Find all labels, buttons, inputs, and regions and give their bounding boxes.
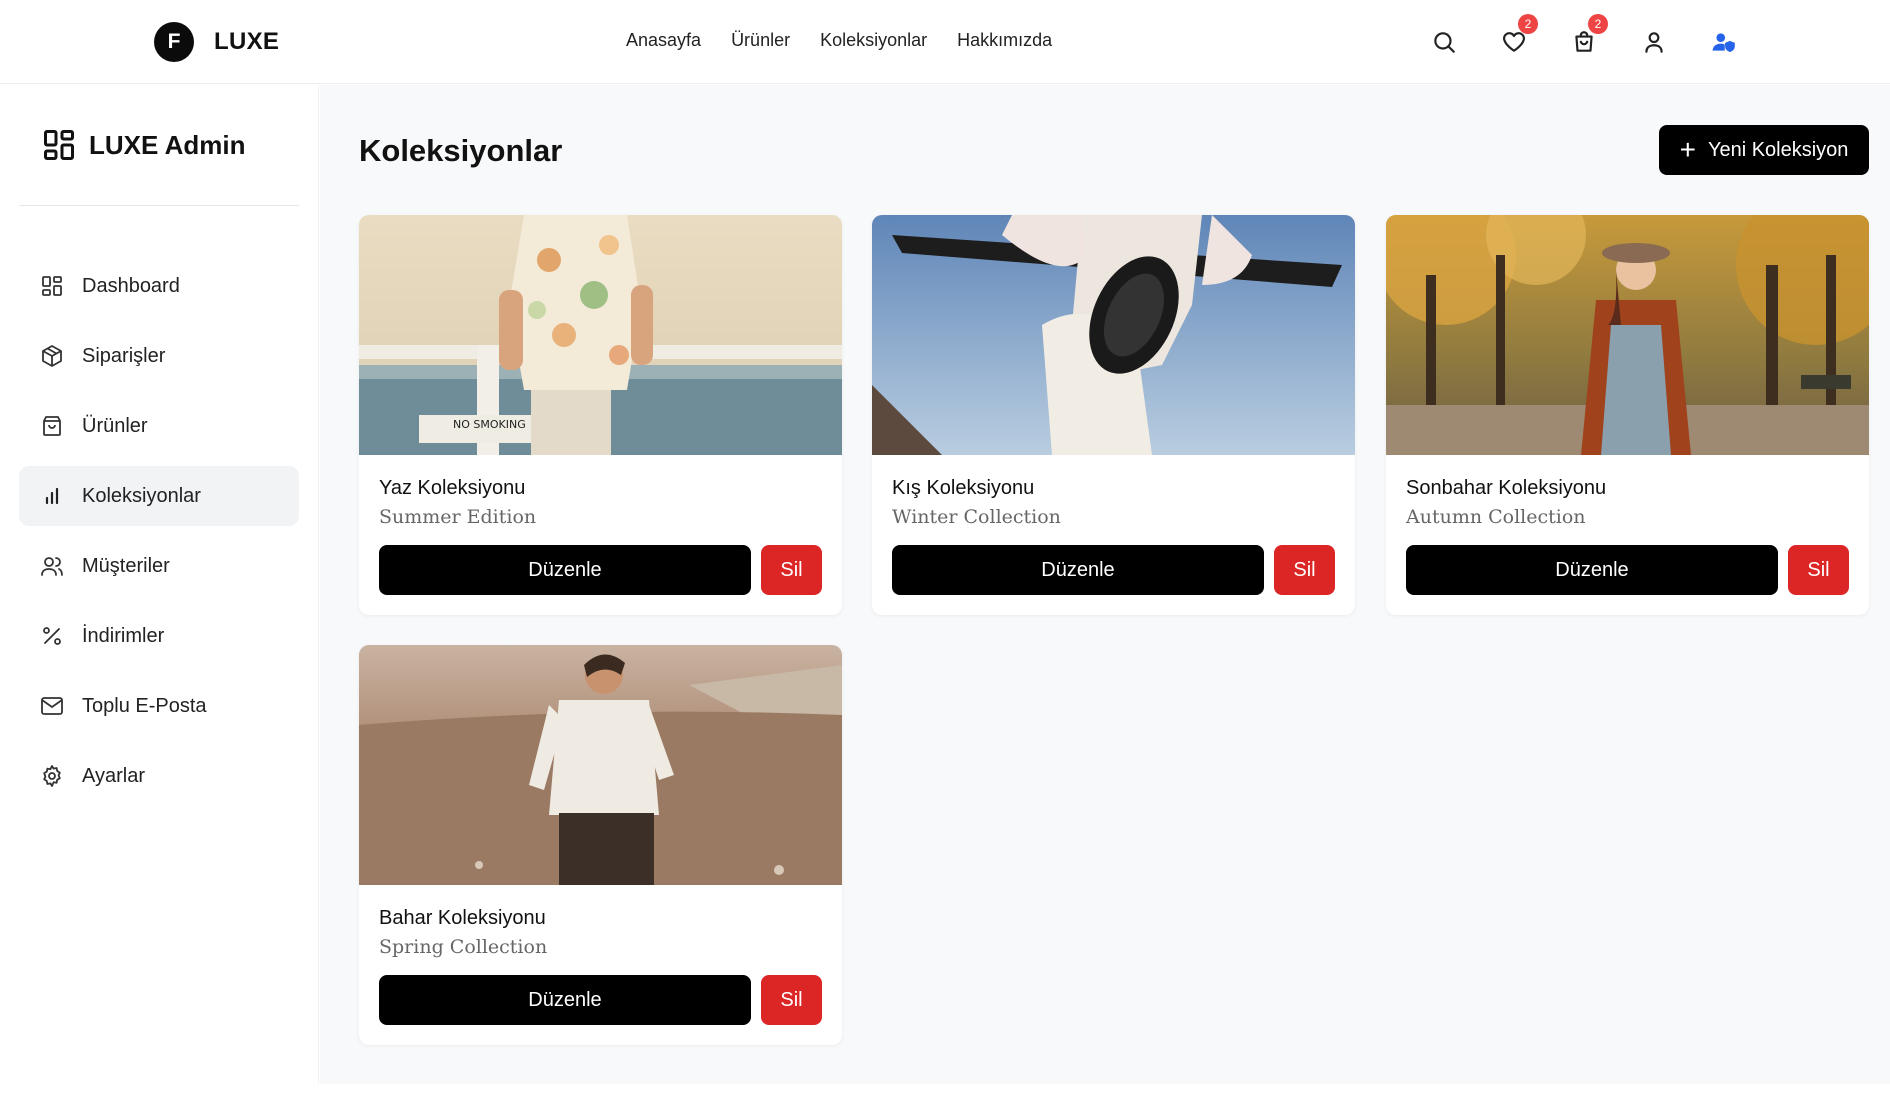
collection-card: Sonbahar Koleksiyonu Autumn Collection D… bbox=[1386, 215, 1869, 615]
sidebar-item-label: İndirimler bbox=[82, 624, 165, 647]
card-actions: Düzenle Sil bbox=[1406, 545, 1849, 595]
favorites-button[interactable]: 2 bbox=[1496, 14, 1538, 60]
collection-card: NO SMOKING Yaz Koleksiyonu Summer Editio… bbox=[359, 215, 842, 615]
box-icon bbox=[42, 345, 62, 367]
nav-link-about[interactable]: Hakkımızda bbox=[957, 30, 1052, 51]
header-actions: 2 2 bbox=[1426, 14, 1776, 60]
card-body: Bahar Koleksiyonu Spring Collection bbox=[379, 907, 822, 958]
collection-title: Yaz Koleksiyonu bbox=[379, 477, 526, 499]
collection-subtitle: Summer Edition bbox=[379, 506, 537, 528]
sidebar-item-label: Ürünler bbox=[82, 414, 148, 437]
collection-title: Bahar Koleksiyonu bbox=[379, 907, 546, 929]
nav-link-products[interactable]: Ürünler bbox=[731, 30, 790, 51]
sidebar-item-label: Dashboard bbox=[82, 274, 180, 297]
user-shield-icon bbox=[1712, 33, 1735, 52]
collection-image-spring bbox=[359, 645, 842, 885]
collection-card: Bahar Koleksiyonu Spring Collection Düze… bbox=[359, 645, 842, 1045]
delete-button[interactable]: Sil bbox=[1274, 545, 1335, 595]
sidebar-item-dashboard[interactable]: Dashboard bbox=[19, 256, 299, 316]
edit-button[interactable]: Düzenle bbox=[892, 545, 1264, 595]
main-nav: Anasayfa Ürünler Koleksiyonlar Hakkımızd… bbox=[626, 30, 1052, 51]
sidebar-item-orders[interactable]: Siparişler bbox=[19, 326, 299, 386]
account-button[interactable] bbox=[1636, 24, 1672, 60]
sidebar-item-settings[interactable]: Ayarlar bbox=[19, 746, 299, 806]
shopping-bag-icon bbox=[43, 416, 61, 436]
collection-image-winter bbox=[872, 215, 1355, 455]
cart-button[interactable]: 2 bbox=[1566, 14, 1608, 60]
favorites-count-badge: 2 bbox=[1518, 14, 1538, 34]
sidebar-item-label: Koleksiyonlar bbox=[82, 484, 201, 507]
admin-header: LUXE Admin bbox=[19, 85, 299, 206]
collection-title: Sonbahar Koleksiyonu bbox=[1406, 477, 1607, 499]
collection-image-summer: NO SMOKING bbox=[359, 215, 842, 455]
sidebar-item-label: Ayarlar bbox=[82, 764, 145, 787]
bar-chart-icon bbox=[45, 487, 59, 505]
sidebar-item-bulk-email[interactable]: Toplu E-Posta bbox=[19, 676, 299, 736]
card-actions: Düzenle Sil bbox=[379, 975, 822, 1025]
brand-name: LUXE bbox=[214, 28, 280, 55]
nav-link-collections[interactable]: Koleksiyonlar bbox=[820, 30, 927, 51]
admin-title: LUXE Admin bbox=[89, 129, 246, 160]
brand-badge: F bbox=[154, 22, 194, 62]
main-content: Koleksiyonlar + Yeni Koleksiyon NO SMOKI… bbox=[320, 85, 1890, 1084]
sidebar-item-discounts[interactable]: İndirimler bbox=[19, 606, 299, 666]
edit-button[interactable]: Düzenle bbox=[379, 545, 751, 595]
dashboard-icon bbox=[42, 276, 62, 296]
sidebar-item-products[interactable]: Ürünler bbox=[19, 396, 299, 456]
plus-icon: + bbox=[1679, 134, 1696, 165]
collection-title: Kış Koleksiyonu bbox=[892, 477, 1035, 499]
sidebar-item-collections[interactable]: Koleksiyonlar bbox=[19, 466, 299, 526]
layout-grid-icon bbox=[44, 130, 74, 160]
admin-sidebar: LUXE Admin Dashboard Siparişler Ürünler … bbox=[0, 85, 319, 1084]
sidebar-item-label: Toplu E-Posta bbox=[82, 694, 207, 717]
search-icon bbox=[1434, 32, 1455, 53]
top-navbar: F LUXE Anasayfa Ürünler Koleksiyonlar Ha… bbox=[0, 0, 1890, 84]
sidebar-item-label: Müşteriler bbox=[82, 554, 170, 577]
percent-icon bbox=[43, 627, 61, 645]
edit-button[interactable]: Düzenle bbox=[1406, 545, 1778, 595]
sidebar-item-label: Siparişler bbox=[82, 344, 166, 367]
collection-subtitle: Spring Collection bbox=[379, 936, 548, 958]
collection-subtitle: Winter Collection bbox=[892, 506, 1061, 528]
users-icon bbox=[41, 557, 63, 576]
collection-image-autumn bbox=[1386, 215, 1869, 455]
cart-count-badge: 2 bbox=[1588, 14, 1608, 34]
gear-icon bbox=[43, 765, 61, 787]
new-collection-button[interactable]: + Yeni Koleksiyon bbox=[1659, 125, 1869, 175]
delete-button[interactable]: Sil bbox=[761, 545, 822, 595]
admin-panel-button[interactable] bbox=[1706, 24, 1742, 60]
sidebar-menu: Dashboard Siparişler Ürünler Koleksiyonl… bbox=[19, 256, 299, 816]
card-body: Sonbahar Koleksiyonu Autumn Collection bbox=[1406, 477, 1849, 528]
delete-button[interactable]: Sil bbox=[1788, 545, 1849, 595]
image-sign-text: NO SMOKING bbox=[453, 418, 526, 431]
card-body: Kış Koleksiyonu Winter Collection bbox=[892, 477, 1335, 528]
card-actions: Düzenle Sil bbox=[379, 545, 822, 595]
card-body: Yaz Koleksiyonu Summer Edition bbox=[379, 477, 822, 528]
search-button[interactable] bbox=[1426, 24, 1462, 60]
new-collection-label: Yeni Koleksiyon bbox=[1707, 138, 1849, 161]
page-title: Koleksiyonlar bbox=[359, 133, 563, 168]
brand-logo[interactable]: F LUXE bbox=[154, 22, 279, 62]
collection-card: Kış Koleksiyonu Winter Collection Düzenl… bbox=[872, 215, 1355, 615]
collection-subtitle: Autumn Collection bbox=[1406, 506, 1586, 528]
delete-button[interactable]: Sil bbox=[761, 975, 822, 1025]
card-actions: Düzenle Sil bbox=[892, 545, 1335, 595]
mail-icon bbox=[41, 697, 63, 715]
sidebar-item-customers[interactable]: Müşteriler bbox=[19, 536, 299, 596]
nav-link-home[interactable]: Anasayfa bbox=[626, 30, 701, 51]
edit-button[interactable]: Düzenle bbox=[379, 975, 751, 1025]
user-icon bbox=[1645, 32, 1663, 53]
